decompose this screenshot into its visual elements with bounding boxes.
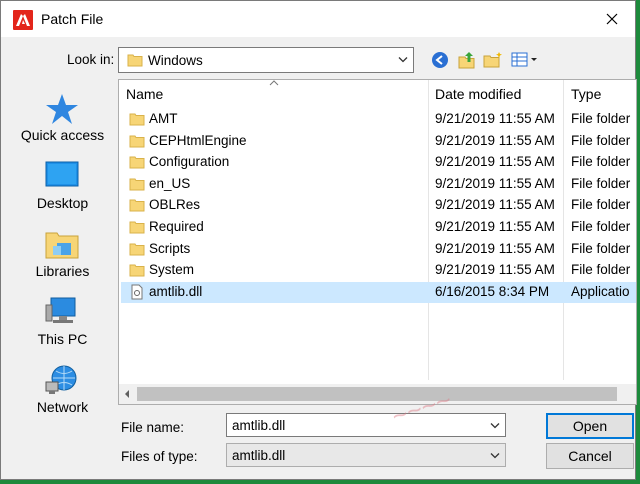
- row-date: 9/21/2019 11:55 AM: [435, 154, 555, 170]
- row-type: Applicatio: [571, 283, 630, 299]
- row-name: Scripts: [149, 240, 191, 256]
- table-row[interactable]: en_US 9/21/2019 11:55 AM File folder: [121, 174, 636, 195]
- place-network[interactable]: Network: [9, 363, 116, 423]
- table-row[interactable]: AMT 9/21/2019 11:55 AM File folder: [121, 109, 636, 130]
- row-name: System: [149, 262, 195, 278]
- chevron-down-icon: [490, 453, 500, 459]
- table-row[interactable]: amtlib.dll 6/16/2015 8:34 PM Applicatio: [121, 281, 636, 303]
- row-type: File folder: [571, 132, 631, 148]
- files-of-type-dropdown[interactable]: amtlib.dll: [226, 443, 506, 467]
- row-date: 9/21/2019 11:55 AM: [435, 111, 555, 126]
- table-row[interactable]: System 9/21/2019 11:55 AM File folder: [121, 260, 636, 281]
- look-in-value: Windows: [148, 53, 203, 68]
- table-row[interactable]: Configuration 9/21/2019 11:55 AM File fold…: [121, 152, 636, 173]
- libraries-icon: [45, 232, 79, 259]
- horizontal-scrollbar[interactable]: [119, 384, 636, 404]
- dll-file-icon: [131, 284, 143, 300]
- row-date: 9/21/2019 11:55 AM: [435, 240, 555, 256]
- sort-caret-icon: [269, 80, 279, 86]
- folder-icon: [129, 178, 145, 191]
- row-date: 9/21/2019 11:55 AM: [435, 219, 555, 234]
- folder-icon: [129, 199, 145, 212]
- look-in-label: Look in:: [67, 52, 115, 67]
- network-icon: [45, 365, 77, 394]
- row-name: amtlib.dll: [149, 283, 203, 299]
- look-in-dropdown[interactable]: Windows: [118, 47, 414, 73]
- scroll-left-icon[interactable]: [124, 389, 130, 399]
- row-type: File folder: [571, 219, 631, 234]
- row-type: File folder: [571, 175, 631, 191]
- folder-icon: [129, 156, 145, 169]
- open-button[interactable]: Open: [546, 413, 634, 439]
- adobe-app-icon: [13, 10, 33, 30]
- files-of-type-value: amtlib.dll: [232, 448, 286, 463]
- desktop-icon: [45, 161, 79, 187]
- folder-icon: [129, 243, 145, 256]
- column-header-date[interactable]: Date modified: [435, 86, 521, 102]
- folder-icon: [129, 135, 145, 148]
- column-header-row: Name Date modified Type: [119, 80, 636, 380]
- window-title: Patch File: [41, 11, 104, 27]
- files-of-type-label: Files of type:: [121, 449, 198, 464]
- place-label: Network: [36, 399, 89, 415]
- places-bar: Quick access Desktop Libraries This PC N…: [9, 81, 116, 415]
- row-date: 9/21/2019 11:55 AM: [435, 175, 555, 191]
- table-row[interactable]: OBLRes 9/21/2019 11:55 AM File folder: [121, 195, 636, 216]
- folder-icon: [129, 221, 145, 234]
- row-type: File folder: [571, 154, 631, 170]
- cancel-button[interactable]: Cancel: [546, 443, 634, 469]
- chevron-down-icon[interactable]: [490, 422, 500, 430]
- file-name-value: amtlib.dll: [232, 418, 286, 433]
- row-date: 6/16/2015 8:34 PM: [435, 283, 550, 299]
- row-name: Required: [149, 219, 204, 234]
- place-label: This PC: [37, 331, 88, 347]
- place-label: Libraries: [35, 263, 90, 279]
- row-name: en_US: [149, 175, 191, 191]
- row-type: File folder: [571, 111, 631, 126]
- file-name-label: File name:: [121, 420, 185, 435]
- title-bar: Patch File: [1, 1, 635, 37]
- place-label: Quick access: [20, 127, 105, 143]
- close-button[interactable]: [597, 5, 627, 33]
- place-this-pc[interactable]: This PC: [9, 295, 116, 355]
- row-type: File folder: [571, 197, 631, 213]
- folder-icon: [129, 113, 145, 126]
- new-folder-icon[interactable]: [483, 51, 503, 69]
- table-row[interactable]: Required 9/21/2019 11:55 AM File folder: [121, 217, 636, 238]
- column-header-name[interactable]: Name: [126, 86, 163, 102]
- place-quick-access[interactable]: Quick access: [9, 91, 116, 151]
- folder-icon: [129, 264, 145, 277]
- place-label: Desktop: [36, 195, 89, 211]
- row-type: File folder: [571, 262, 631, 278]
- table-row[interactable]: Scripts 9/21/2019 11:55 AM File folder: [121, 239, 636, 260]
- file-list[interactable]: Name Date modified Type AMT 9/21/2019 11:…: [118, 79, 637, 405]
- column-header-type[interactable]: Type: [571, 86, 601, 102]
- row-date: 9/21/2019 11:55 AM: [435, 132, 555, 148]
- row-name: AMT: [149, 111, 178, 126]
- row-type: File folder: [571, 240, 631, 256]
- computer-icon: [45, 297, 76, 323]
- row-name: OBLRes: [149, 197, 201, 213]
- patch-file-dialog: Patch File Look in: Windows Quick access…: [0, 0, 637, 480]
- row-name: Configuration: [149, 154, 230, 170]
- scrollbar-thumb[interactable]: [137, 387, 617, 401]
- row-date: 9/21/2019 11:55 AM: [435, 262, 555, 278]
- folder-icon: [127, 54, 143, 67]
- place-desktop[interactable]: Desktop: [9, 159, 116, 219]
- table-row[interactable]: CEPHtmlEngine 9/21/2019 11:55 AM File fold…: [121, 131, 636, 152]
- file-name-input[interactable]: amtlib.dll: [226, 413, 506, 437]
- view-menu-icon[interactable]: [511, 51, 539, 69]
- row-name: CEPHtmlEngine: [149, 132, 247, 148]
- row-date: 9/21/2019 11:55 AM: [435, 197, 555, 213]
- star-icon: [46, 94, 78, 124]
- place-libraries[interactable]: Libraries: [9, 227, 116, 287]
- close-icon: [606, 13, 618, 25]
- chevron-down-icon: [398, 57, 408, 63]
- back-arrow-icon[interactable]: [431, 51, 449, 69]
- up-folder-icon[interactable]: [457, 51, 477, 69]
